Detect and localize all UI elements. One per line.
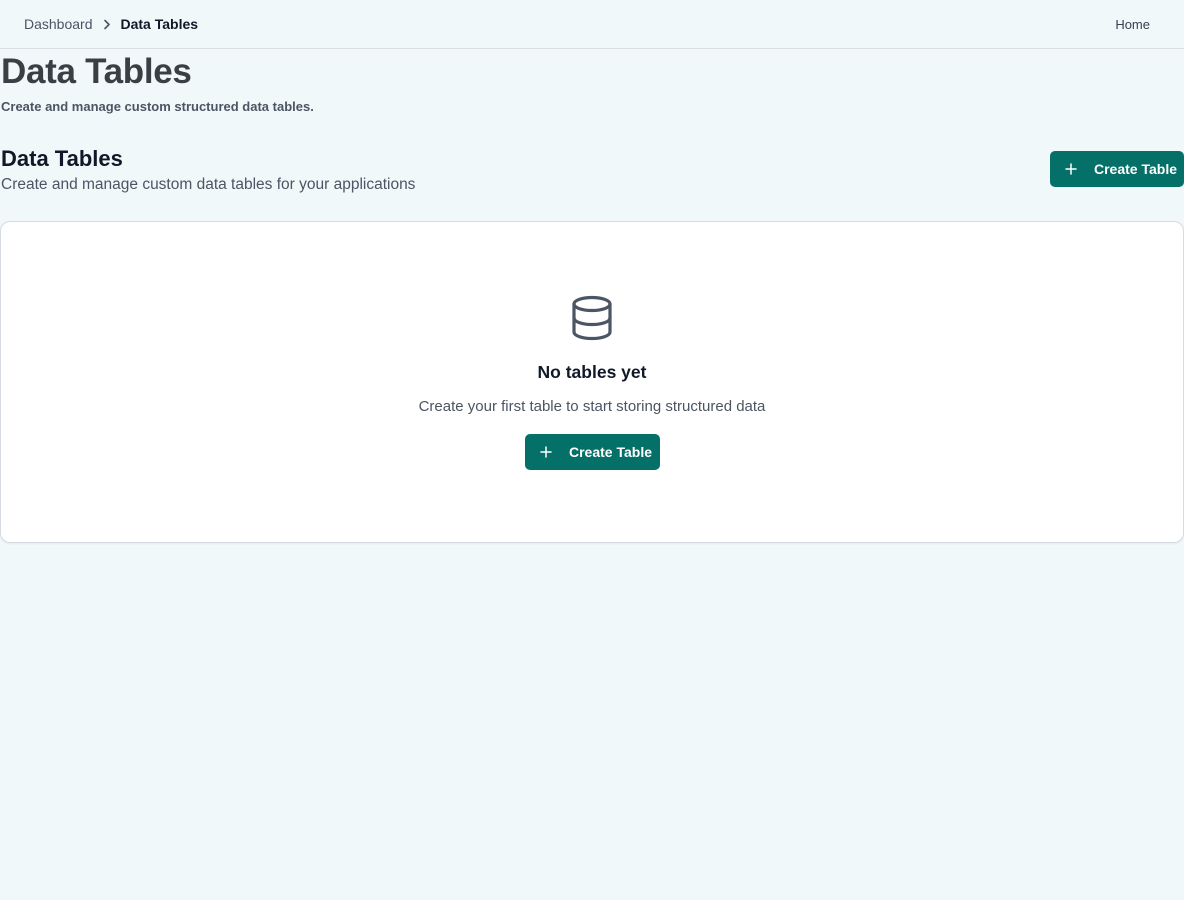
breadcrumb-current: Data Tables [120, 16, 199, 32]
section-subtitle: Create and manage custom data tables for… [1, 176, 416, 193]
home-link[interactable]: Home [1115, 17, 1150, 32]
section-title: Data Tables [1, 146, 123, 171]
empty-state-create-table-button-label: Create Table [569, 444, 652, 460]
empty-state-text: Create your first table to start storing… [418, 398, 766, 415]
plus-icon [539, 445, 553, 459]
page-title: Data Tables [1, 52, 192, 91]
page-subtitle: Create and manage custom structured data… [1, 99, 314, 114]
breadcrumb-dashboard-link[interactable]: Dashboard [24, 16, 93, 32]
create-table-button[interactable]: Create Table [1050, 151, 1184, 187]
top-bar: Dashboard Data Tables Home [0, 0, 1184, 49]
breadcrumb: Dashboard Data Tables [24, 16, 198, 32]
create-table-button-label: Create Table [1094, 161, 1177, 177]
empty-state-title: No tables yet [537, 362, 647, 382]
empty-state-create-table-button[interactable]: Create Table [525, 434, 660, 470]
empty-state-card: No tables yet Create your first table to… [0, 221, 1184, 543]
database-icon [571, 295, 613, 341]
plus-icon [1064, 162, 1078, 176]
chevron-right-icon [103, 19, 111, 30]
